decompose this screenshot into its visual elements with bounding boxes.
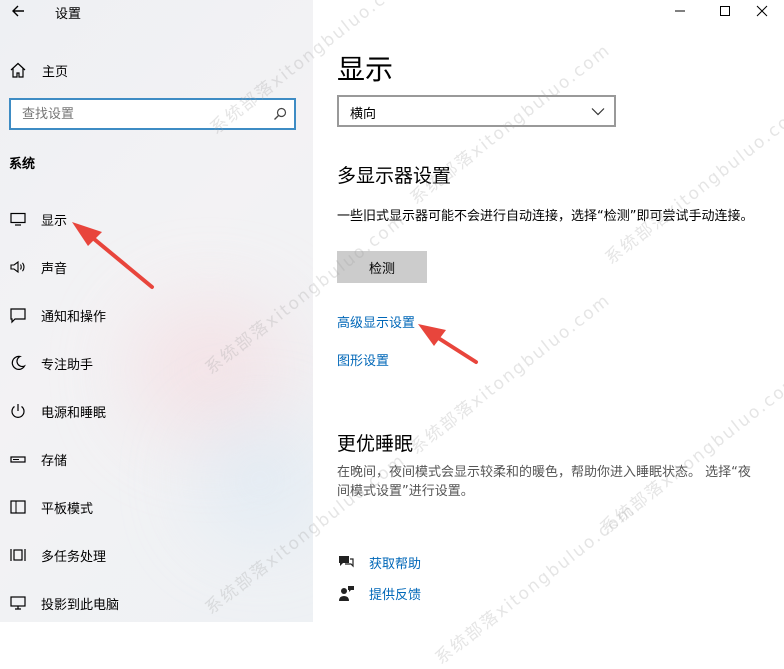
sidebar-item-label: 电源和睡眠 bbox=[41, 405, 107, 421]
watermark: 系统部落xitongbuluo.com bbox=[431, 500, 640, 669]
feedback-person-icon bbox=[339, 586, 354, 601]
project-icon bbox=[10, 596, 26, 610]
orientation-value: 横向 bbox=[350, 107, 377, 122]
multitask-icon bbox=[10, 549, 26, 561]
get-help-link[interactable]: 获取帮助 bbox=[337, 552, 421, 572]
close-icon bbox=[756, 5, 767, 17]
back-arrow-icon[interactable] bbox=[10, 3, 26, 19]
sidebar-item-power-sleep[interactable]: 电源和睡眠 bbox=[9, 400, 106, 422]
graphics-settings-link[interactable]: 图形设置 bbox=[337, 350, 389, 369]
search-icon[interactable] bbox=[273, 107, 287, 121]
home-icon bbox=[10, 62, 26, 78]
get-help-label: 获取帮助 bbox=[369, 556, 422, 572]
feedback-label: 提供反馈 bbox=[369, 587, 422, 603]
advanced-display-settings-link[interactable]: 高级显示设置 bbox=[337, 312, 415, 331]
sidebar-item-notifications[interactable]: 通知和操作 bbox=[9, 304, 106, 326]
sidebar-item-storage[interactable]: 存储 bbox=[9, 448, 67, 470]
minimize-icon bbox=[674, 10, 685, 12]
sidebar-item-project-to-pc[interactable]: 投影到此电脑 bbox=[9, 592, 119, 614]
notification-icon bbox=[10, 308, 26, 324]
sidebar-item-sound[interactable]: 声音 bbox=[9, 256, 67, 278]
minimize-button[interactable] bbox=[657, 0, 702, 22]
maximize-icon bbox=[719, 6, 730, 16]
page-title: 显示 bbox=[337, 53, 394, 86]
watermark: 系统部落xitongbuluo.com bbox=[406, 290, 615, 459]
tablet-icon bbox=[10, 500, 26, 514]
moon-icon bbox=[11, 355, 26, 370]
monitor-icon bbox=[10, 212, 26, 226]
sidebar-item-label: 主页 bbox=[42, 64, 69, 80]
help-chat-icon bbox=[339, 556, 354, 568]
sidebar-item-display[interactable]: 显示 bbox=[9, 208, 67, 230]
feedback-link[interactable]: 提供反馈 bbox=[337, 583, 421, 603]
sidebar-item-label: 专注助手 bbox=[41, 357, 94, 373]
red-arrow-advanced bbox=[418, 324, 478, 364]
sidebar-item-label: 显示 bbox=[41, 213, 68, 229]
close-button[interactable] bbox=[739, 0, 784, 22]
sidebar-item-focus-assist[interactable]: 专注助手 bbox=[9, 352, 93, 374]
storage-icon bbox=[10, 456, 26, 463]
sidebar-item-multitasking[interactable]: 多任务处理 bbox=[9, 544, 106, 566]
category-heading: 系统 bbox=[9, 157, 36, 172]
watermark: 系统部落xitongbuluo.com bbox=[601, 100, 784, 269]
sleep-heading: 更优睡眠 bbox=[337, 433, 414, 455]
app-title: 设置 bbox=[55, 7, 82, 22]
power-icon bbox=[11, 404, 25, 418]
sidebar-item-tablet-mode[interactable]: 平板模式 bbox=[9, 496, 93, 518]
sidebar-item-label: 多任务处理 bbox=[41, 549, 107, 565]
sidebar-item-label: 存储 bbox=[41, 453, 68, 469]
sidebar-item-label: 投影到此电脑 bbox=[41, 597, 120, 613]
sidebar-item-home[interactable]: 主页 bbox=[9, 60, 68, 80]
chevron-down-icon bbox=[591, 108, 605, 116]
sidebar-item-label: 声音 bbox=[41, 261, 68, 277]
speaker-icon bbox=[10, 260, 25, 274]
sidebar-item-label: 平板模式 bbox=[41, 501, 94, 517]
orientation-dropdown[interactable]: 横向 bbox=[337, 95, 616, 127]
sidebar-item-label: 通知和操作 bbox=[41, 309, 107, 325]
